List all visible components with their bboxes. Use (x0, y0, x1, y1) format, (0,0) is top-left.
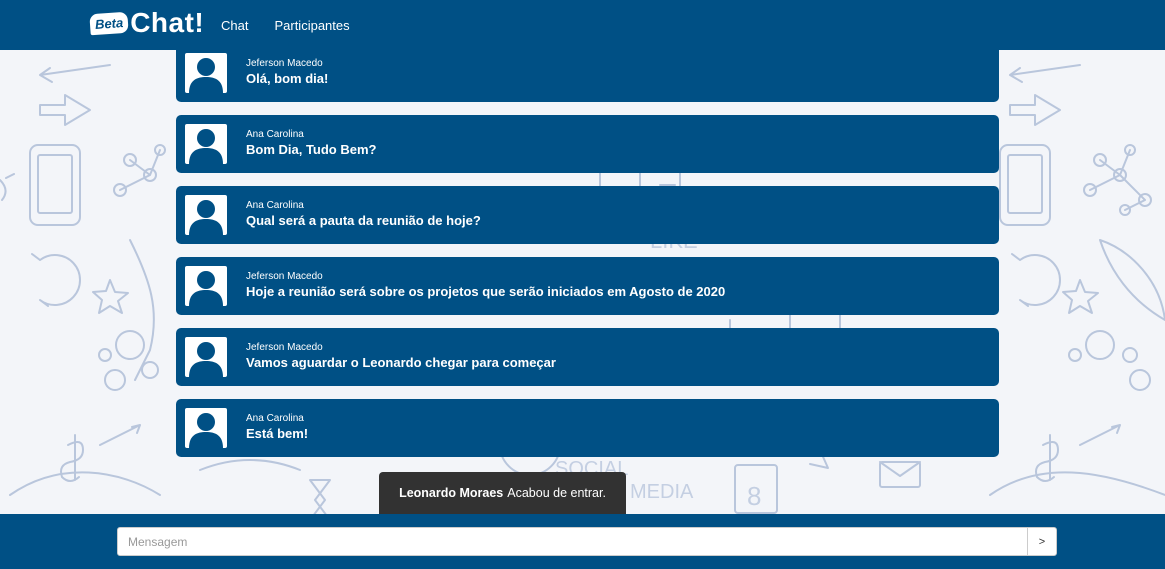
message-author: Jeferson Macedo (246, 342, 323, 353)
avatar (185, 266, 227, 306)
user-silhouette-icon (189, 129, 223, 164)
message-card: Jeferson Macedo Hoje a reunião será sobr… (176, 257, 999, 315)
nav-links: Chat Participantes (208, 0, 363, 50)
message-card: Ana Carolina Está bem! (176, 399, 999, 457)
message-author: Ana Carolina (246, 129, 304, 140)
message-text: Está bem! (246, 426, 309, 441)
message-input[interactable] (117, 527, 1028, 556)
message-card: Jeferson Macedo Vamos aguardar o Leonard… (176, 328, 999, 386)
message-text: Hoje a reunião será sobre os projetos qu… (246, 284, 726, 299)
beta-badge: Beta (89, 11, 129, 35)
message-text: Bom Dia, Tudo Bem? (246, 142, 377, 157)
message-author: Ana Carolina (246, 413, 304, 424)
message-card: Ana Carolina Qual será a pauta da reuniã… (176, 186, 999, 244)
nav-link-participantes[interactable]: Participantes (261, 18, 362, 33)
brand-title: Chat! (130, 7, 205, 38)
user-silhouette-icon (189, 413, 223, 448)
message-card: Jeferson Macedo Olá, bom dia! (176, 44, 999, 102)
toast-message: Acabou de entrar. (507, 486, 606, 500)
message-text: Vamos aguardar o Leonardo chegar para co… (246, 355, 556, 370)
avatar (185, 124, 227, 164)
user-silhouette-icon (189, 58, 223, 93)
toast-user-name: Leonardo Moraes (399, 486, 504, 500)
user-silhouette-icon (189, 271, 223, 306)
message-text: Qual será a pauta da reunião de hoje? (246, 213, 481, 228)
nav-link-chat[interactable]: Chat (208, 18, 261, 33)
svg-text:8: 8 (747, 481, 761, 511)
user-silhouette-icon (189, 342, 223, 377)
top-navbar: Beta Chat! Chat Participantes (0, 0, 1165, 50)
user-silhouette-icon (189, 200, 223, 235)
brand-logo[interactable]: Beta Chat! (89, 5, 205, 41)
avatar (185, 195, 227, 235)
message-author: Jeferson Macedo (246, 58, 323, 69)
avatar (185, 337, 227, 377)
avatar (185, 53, 227, 93)
message-author: Jeferson Macedo (246, 271, 323, 282)
avatar (185, 408, 227, 448)
message-text: Olá, bom dia! (246, 71, 329, 86)
send-button[interactable]: > (1027, 527, 1057, 556)
message-card: Ana Carolina Bom Dia, Tudo Bem? (176, 115, 999, 173)
svg-text:MEDIA: MEDIA (630, 481, 694, 503)
message-author: Ana Carolina (246, 200, 304, 211)
join-notification-toast: Leonardo Moraes Acabou de entrar. (379, 472, 626, 514)
message-composer: > (0, 514, 1165, 569)
